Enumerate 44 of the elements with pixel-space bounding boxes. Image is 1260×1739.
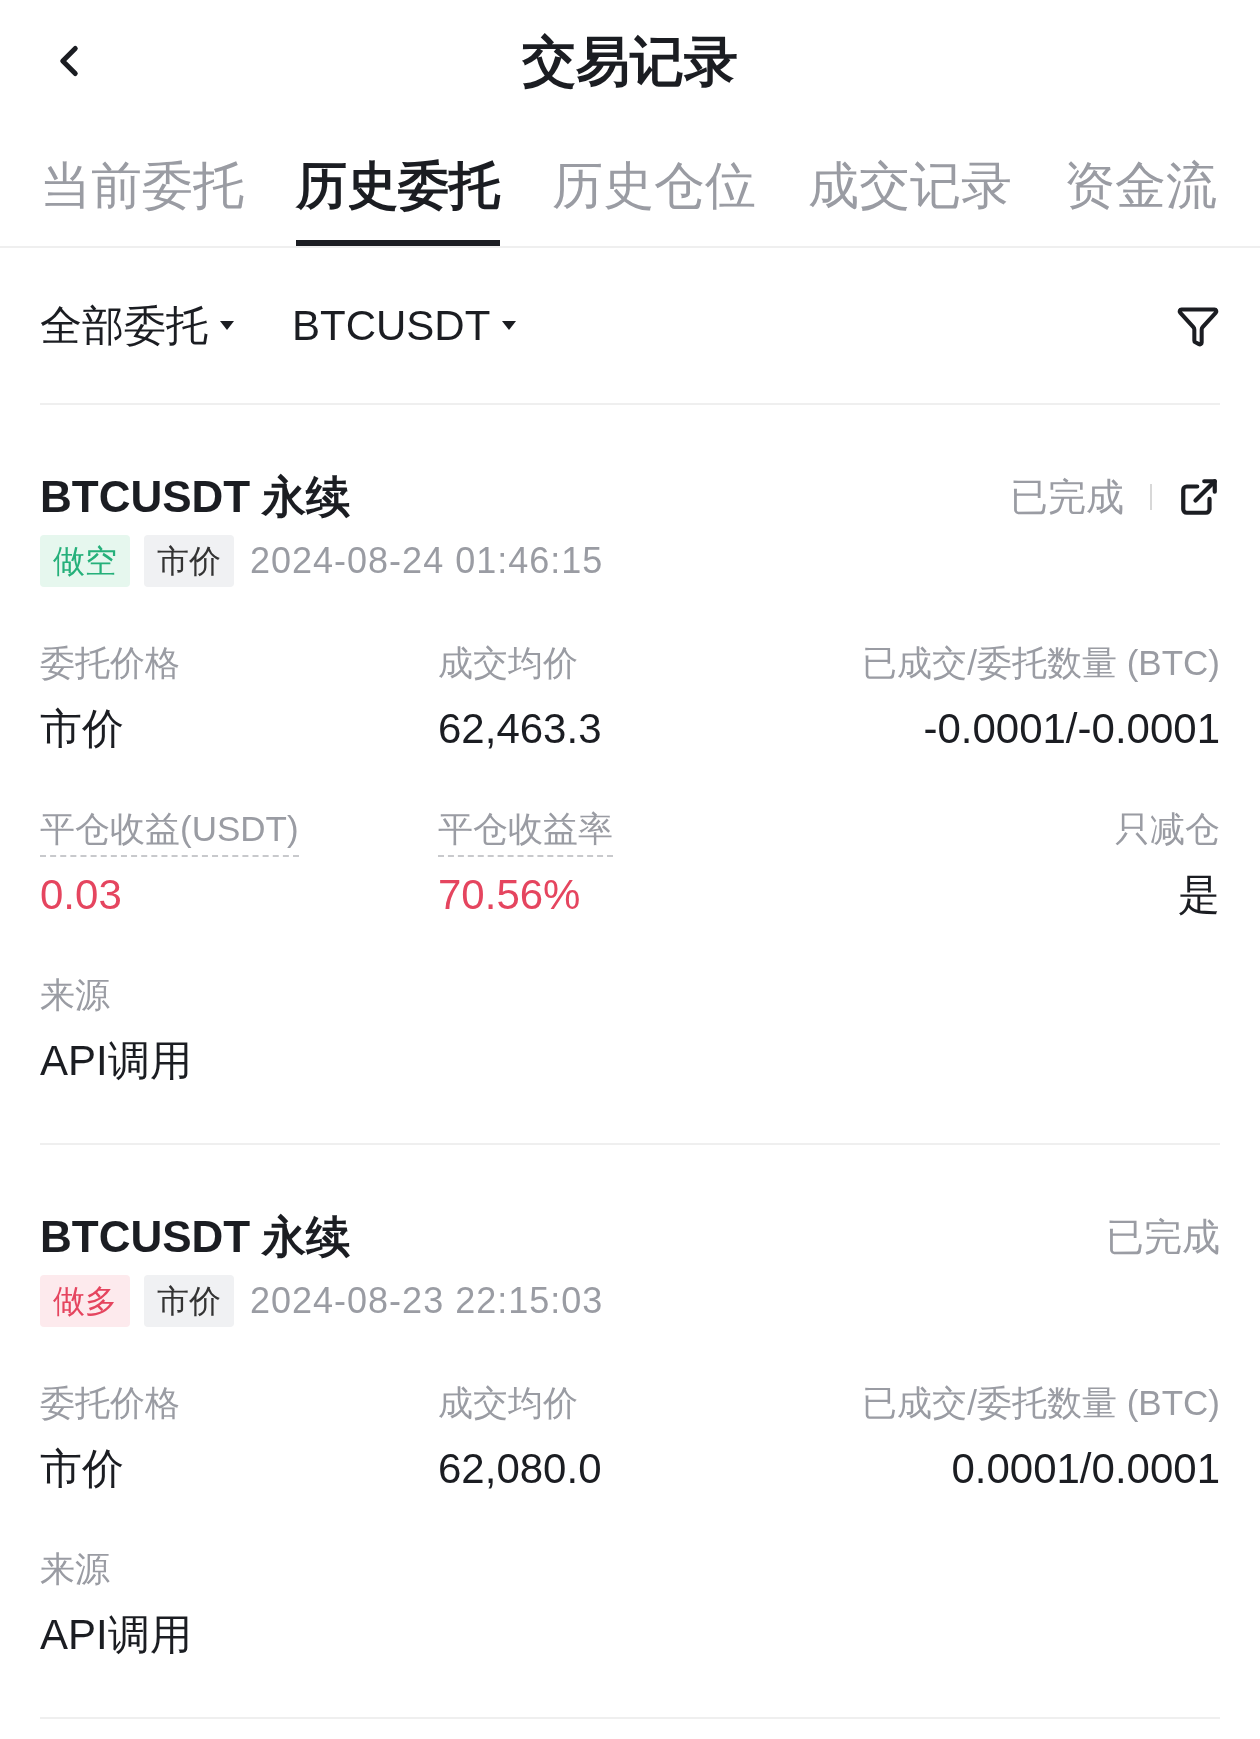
caret-icon	[220, 321, 234, 330]
field-label: 已成交/委托数量 (BTC)	[862, 642, 1220, 684]
field-label: 平仓收益(USDT)	[40, 807, 299, 857]
field-label: 只减仓	[1115, 808, 1220, 850]
order-symbol: BTCUSDT 永续	[40, 471, 351, 523]
field-label: 来源	[40, 1548, 110, 1590]
field-value: 62,080.0	[438, 1445, 602, 1493]
field-value: 70.56%	[438, 871, 581, 919]
field-value: API调用	[40, 1611, 192, 1659]
field-value: 市价	[40, 1445, 124, 1493]
order-status: 已完成	[1106, 1214, 1220, 1260]
caret-icon	[502, 321, 517, 330]
field-label: 成交均价	[438, 642, 578, 684]
tab[interactable]: 当前委托	[40, 124, 244, 246]
order-symbol: BTCUSDT 永续	[40, 1211, 351, 1263]
tab[interactable]: 历史委托	[296, 124, 500, 246]
field-label: 委托价格	[40, 642, 180, 684]
side-tag: 做空	[40, 535, 130, 587]
field-label: 成交均价	[438, 1382, 578, 1424]
order-type-tag: 市价	[144, 1275, 234, 1327]
tab[interactable]: 历史仓位	[552, 124, 756, 246]
field-value: 市价	[40, 705, 124, 753]
tab[interactable]: 成交记录	[808, 124, 1012, 246]
field-value: 0.0001/0.0001	[951, 1445, 1220, 1493]
field-label: 平仓收益率	[438, 807, 613, 857]
field-value: 62,463.3	[438, 705, 602, 753]
field-value: API调用	[40, 1037, 192, 1085]
filter-dropdown[interactable]: 全部委托	[40, 297, 234, 354]
field-label: 来源	[40, 974, 110, 1016]
field-value: 0.03	[40, 871, 122, 919]
page-title: 交易记录	[522, 29, 738, 93]
order-time: 2024-08-23 22:15:03	[250, 1280, 604, 1322]
share-button[interactable]	[1178, 476, 1220, 518]
order-status: 已完成	[1010, 474, 1124, 520]
field-value: 是	[1178, 871, 1220, 919]
order-time: 2024-08-24 01:46:15	[250, 540, 604, 582]
field-label: 委托价格	[40, 1382, 180, 1424]
share-icon	[1178, 476, 1220, 518]
order-type-tag: 市价	[144, 535, 234, 587]
tab[interactable]: 资金流	[1064, 124, 1217, 246]
field-value: -0.0001/-0.0001	[923, 705, 1220, 753]
side-tag: 做多	[40, 1275, 130, 1327]
field-label: 已成交/委托数量 (BTC)	[862, 1382, 1220, 1424]
filter-dropdown[interactable]: BTCUSDT	[292, 301, 517, 350]
